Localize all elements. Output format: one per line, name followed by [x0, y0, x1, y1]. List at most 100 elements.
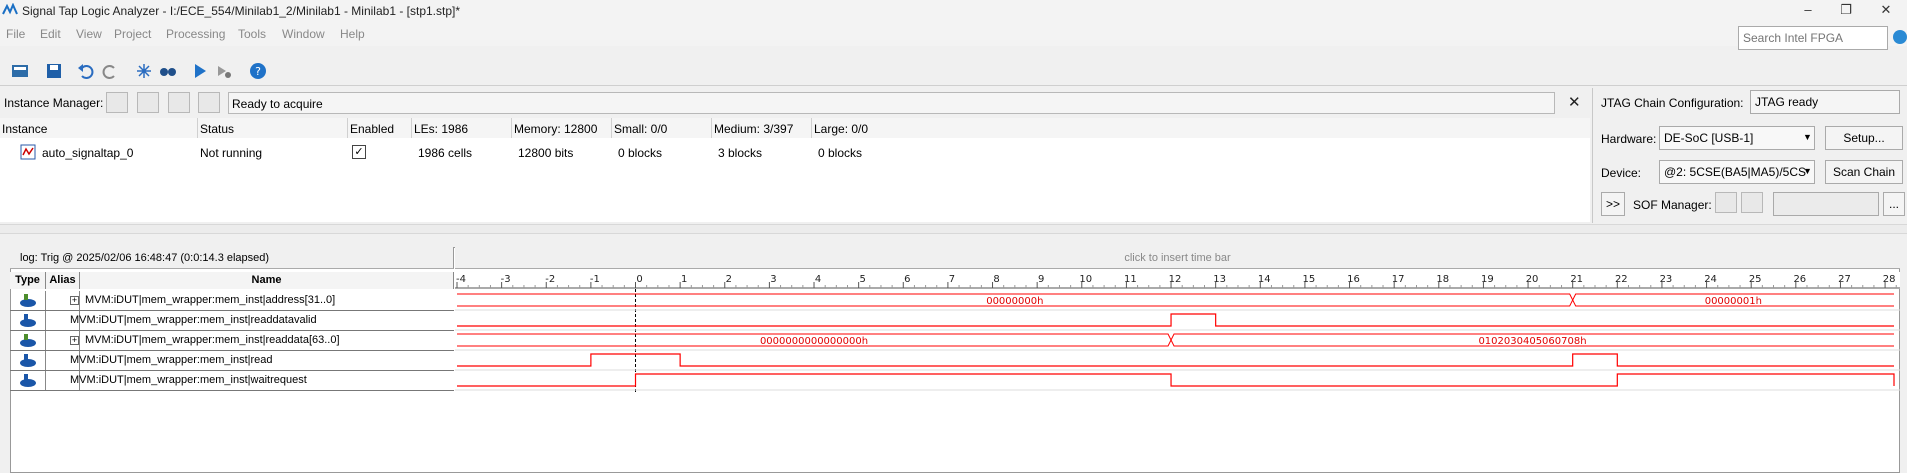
globe-icon[interactable]: [1893, 30, 1907, 44]
instance-autorun-button[interactable]: [137, 92, 159, 113]
enabled-checkbox[interactable]: ✓: [352, 145, 366, 159]
header-les[interactable]: LEs: 1986: [412, 118, 512, 138]
program-device-icon[interactable]: [1715, 192, 1737, 213]
jtag-chain-panel: JTAG Chain Configuration: JTAG ready Har…: [1592, 88, 1907, 223]
instance-stop-button[interactable]: [168, 92, 190, 113]
bus-edge: [457, 333, 1894, 347]
header-small[interactable]: Small: 0/0: [612, 118, 712, 138]
tick-label: -3: [501, 274, 511, 285]
signal-row[interactable]: + MVM:iDUT|mem_wrapper:mem_inst|readdata[…: [10, 331, 454, 351]
header-instance[interactable]: Instance: [0, 118, 198, 138]
tick-label: 14: [1258, 274, 1271, 285]
instance-large: 0 blocks: [818, 146, 863, 160]
tick-label: 28: [1883, 274, 1896, 285]
signaltap-app-icon: [2, 3, 18, 15]
tick-label: 3: [770, 274, 776, 285]
setup-icon[interactable]: [10, 62, 30, 80]
tick-label: -1: [590, 274, 600, 285]
autorun-icon[interactable]: [214, 62, 234, 80]
instance-manager-bar: Instance Manager: Ready to acquire ✕: [0, 90, 1590, 116]
window-title: Signal Tap Logic Analyzer - I:/ECE_554/M…: [22, 4, 461, 18]
menu-view[interactable]: View: [76, 27, 102, 41]
help-icon[interactable]: ?: [248, 62, 268, 80]
insert-timebar-hint[interactable]: click to insert time bar: [455, 247, 1900, 269]
wire-node-icon: [20, 374, 36, 387]
tick-label: 19: [1481, 274, 1494, 285]
instance-name[interactable]: auto_signaltap_0: [40, 143, 135, 163]
signal-type-cell: [10, 311, 46, 330]
column-type[interactable]: Type: [10, 272, 46, 289]
save-icon[interactable]: [44, 62, 64, 80]
jtag-config-label: JTAG Chain Configuration:: [1601, 96, 1744, 110]
bus-edge: [457, 293, 1894, 307]
close-instance-manager-icon[interactable]: ✕: [1568, 93, 1581, 111]
expand-bus-icon[interactable]: +: [70, 336, 79, 345]
signal-row[interactable]: MVM:iDUT|mem_wrapper:mem_inst|read: [10, 351, 454, 371]
chevron-down-icon[interactable]: ▼: [1803, 166, 1812, 176]
undo-icon[interactable]: [76, 62, 96, 80]
header-large[interactable]: Large: 0/0: [812, 118, 1590, 138]
setup-button[interactable]: Setup...: [1825, 126, 1903, 150]
menu-project[interactable]: Project: [114, 27, 151, 41]
tick-label: 4: [815, 274, 821, 285]
menu-window[interactable]: Window: [282, 27, 325, 41]
instance-run-button[interactable]: [106, 92, 128, 113]
minimize-button[interactable]: –: [1790, 0, 1826, 22]
node-finder-icon[interactable]: [134, 62, 154, 80]
signal-name: MVM:iDUT|mem_wrapper:mem_inst|address[31…: [85, 294, 336, 306]
close-window-button[interactable]: ✕: [1868, 0, 1904, 22]
find-icon[interactable]: [158, 62, 178, 80]
menu-processing[interactable]: Processing: [166, 27, 225, 41]
maximize-button[interactable]: ❐: [1828, 0, 1864, 22]
bus-node-icon: [20, 334, 36, 347]
tick-label: 20: [1526, 274, 1539, 285]
search-intel-fpga-input[interactable]: [1738, 26, 1888, 50]
menu-edit[interactable]: Edit: [40, 27, 61, 41]
tick-label: 11: [1124, 274, 1137, 285]
header-status[interactable]: Status: [198, 118, 348, 138]
signal-row[interactable]: MVM:iDUT|mem_wrapper:mem_inst|readdatava…: [10, 311, 454, 331]
hardware-select[interactable]: DE-SoC [USB-1]: [1659, 126, 1815, 150]
tick-label: 0: [636, 274, 642, 285]
signal-type-cell: [10, 291, 46, 310]
jtag-status-box: JTAG ready: [1750, 90, 1900, 114]
instance-read-button[interactable]: [198, 92, 220, 113]
expand-bus-icon[interactable]: +: [70, 296, 79, 305]
tick-label: 5: [859, 274, 865, 285]
sof-file-field[interactable]: [1773, 192, 1879, 216]
signal-row[interactable]: MVM:iDUT|mem_wrapper:mem_inst|waitreques…: [10, 371, 454, 391]
splitter[interactable]: [0, 224, 1907, 234]
run-analysis-icon[interactable]: [190, 62, 210, 80]
tick-label: 18: [1436, 274, 1449, 285]
menu-help[interactable]: Help: [340, 27, 365, 41]
menu-bar: File Edit View Project Processing Tools …: [0, 22, 1907, 46]
header-enabled[interactable]: Enabled: [348, 118, 412, 138]
header-medium[interactable]: Medium: 3/397: [712, 118, 812, 138]
signal-type-cell: [10, 351, 46, 370]
column-name[interactable]: Name: [80, 272, 454, 289]
instance-small: 0 blocks: [618, 146, 663, 160]
chevron-down-icon[interactable]: ▼: [1803, 132, 1812, 142]
menu-file[interactable]: File: [6, 27, 25, 41]
menu-tools[interactable]: Tools: [238, 27, 266, 41]
scan-chain-button[interactable]: Scan Chain: [1825, 160, 1903, 184]
column-alias[interactable]: Alias: [46, 272, 80, 289]
tick-label: 26: [1793, 274, 1806, 285]
signal-type-cell: [10, 331, 46, 350]
bus-value-label: 0000000000000000h: [760, 336, 868, 347]
signal-name: MVM:iDUT|mem_wrapper:mem_inst|readdatava…: [70, 314, 317, 326]
device-label: Device:: [1601, 166, 1642, 180]
header-memory[interactable]: Memory: 12800: [512, 118, 612, 138]
signal-row[interactable]: + MVM:iDUT|mem_wrapper:mem_inst|address[3…: [10, 291, 454, 311]
title-bar: Signal Tap Logic Analyzer - I:/ECE_554/M…: [0, 0, 1907, 22]
attach-sof-icon[interactable]: [1741, 192, 1763, 213]
bus-edge: [457, 293, 1894, 307]
device-select[interactable]: @2: 5CSE(BA5|MA5)/5CS: [1659, 160, 1815, 184]
toolbar: ?: [0, 56, 1907, 86]
waveform-plot[interactable]: -4 -3 -2 -1 0 1 2 3 4 5 6 7 8 9 10 11 12 13 14 15 16 17 18 19 20…: [455, 272, 1900, 392]
browse-sof-button[interactable]: ...: [1883, 192, 1905, 216]
expand-button[interactable]: >>: [1601, 192, 1625, 216]
redo-icon[interactable]: [100, 62, 120, 80]
bus-value-label: 00000000h: [986, 296, 1043, 307]
signal-name: MVM:iDUT|mem_wrapper:mem_inst|readdata[6…: [85, 334, 340, 346]
